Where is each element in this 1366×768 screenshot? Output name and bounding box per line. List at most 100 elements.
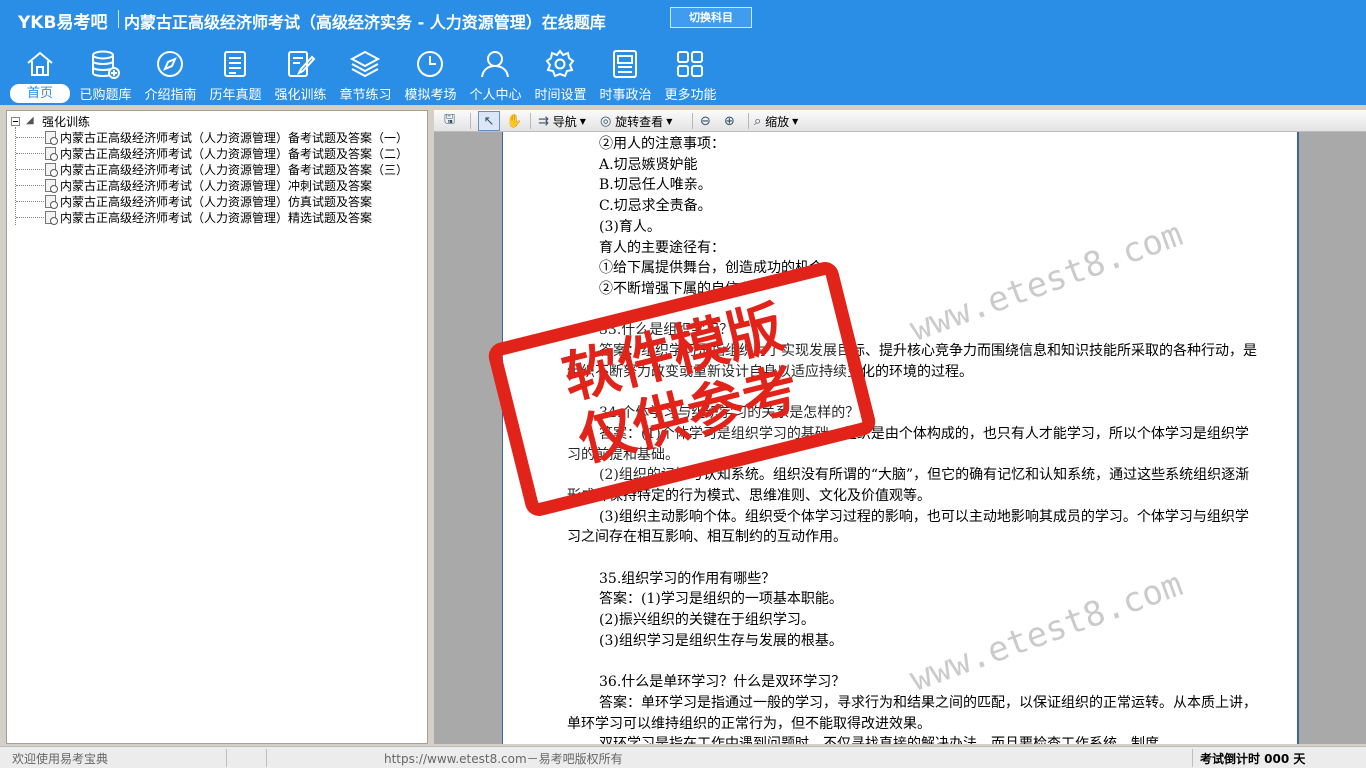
tree-item[interactable]: 内蒙古正高级经济师考试（人力资源管理）冲刺试题及答案	[7, 177, 408, 193]
status-bar: 欢迎使用易考宝典 https://www.etest8.com－易考吧版权所有 …	[0, 746, 1366, 768]
document-viewer: 🖫 ↖ ✋ ⇉ 导航 ▼ ◎ 旋转查看 ▼ ⊖ ⊕ ⌕ 缩放 ▼ ②用人的注意事项： A…	[434, 110, 1366, 744]
layers-icon	[349, 48, 381, 80]
database-icon	[89, 48, 121, 80]
welcome-text: 欢迎使用易考宝典	[12, 752, 109, 766]
tree-item[interactable]: 内蒙古正高级经济师考试（人力资源管理）备考试题及答案（一）	[7, 129, 408, 145]
nav-past-exams[interactable]: 历年真题	[203, 46, 268, 104]
nav-home[interactable]: 首页	[8, 46, 73, 104]
document-icon	[45, 146, 58, 161]
document-paragraph: ①给下属提供舞台，创造成功的机会。	[599, 260, 837, 277]
nav-label: 时事政治	[599, 88, 652, 103]
nav-label: 介绍指南	[144, 88, 197, 103]
navigation-label: 导航	[552, 114, 577, 129]
tree-item-label: 内蒙古正高级经济师考试（人力资源管理）备考试题及答案（一）	[60, 130, 409, 145]
toolbar-divider	[470, 113, 471, 129]
zoom-label: 缩放	[765, 114, 790, 129]
collapse-icon[interactable]	[11, 116, 20, 126]
nav-personal[interactable]: 个人中心	[463, 46, 528, 104]
nav-politics[interactable]: 时事政治	[593, 46, 658, 104]
tree-root[interactable]: ◢ 强化训练	[11, 113, 90, 129]
tree-item-label: 内蒙古正高级经济师考试（人力资源管理）精选试题及答案	[60, 210, 373, 225]
switch-subject-button[interactable]: 切换科目	[670, 7, 752, 28]
tree-item-label: 内蒙古正高级经济师考试（人力资源管理）备考试题及答案（三）	[60, 162, 409, 177]
zoom-out-button[interactable]: ⊖	[700, 111, 711, 131]
document-page: ②用人的注意事项： A.切忌嫉贤妒能 B.切忌任人唯亲。 C.切忌求全责备。 (3)育人…	[502, 132, 1299, 744]
document-paragraph: (3)组织主动影响个体。组织受个体学习过程的影响，也可以主动地影响其成员的学习。…	[567, 508, 1249, 546]
document-paragraph: (2)振兴组织的关键在于组织学习。	[599, 612, 815, 629]
news-icon	[609, 48, 641, 80]
tree-item[interactable]: 内蒙古正高级经济师考试（人力资源管理）备考试题及答案（二）	[7, 145, 408, 161]
nav-guide[interactable]: 介绍指南	[138, 46, 203, 104]
status-divider	[226, 749, 227, 767]
viewer-toolbar: 🖫 ↖ ✋ ⇉ 导航 ▼ ◎ 旋转查看 ▼ ⊖ ⊕ ⌕ 缩放 ▼	[434, 110, 1366, 132]
rotate-icon: ◎	[600, 113, 612, 129]
caret-down-icon: ▼	[579, 116, 586, 126]
nav-label: 强化训练	[274, 88, 327, 103]
nav-label: 历年真题	[209, 88, 262, 103]
copyright-text: https://www.etest8.com－易考吧版权所有	[384, 752, 623, 766]
document-paragraph: (3)组织学习是组织生存与发展的根基。	[599, 632, 843, 649]
tree-item[interactable]: 内蒙古正高级经济师考试（人力资源管理）精选试题及答案	[7, 209, 408, 225]
title-bar: YKB易考吧 内蒙古正高级经济师考试（高级经济实务 - 人力资源管理）在线题库 …	[0, 0, 1366, 38]
nav-purchased[interactable]: 已购题库	[73, 46, 138, 104]
zoom-dropdown[interactable]: ⌕ 缩放 ▼	[754, 111, 798, 131]
nav-label: 章节练习	[339, 88, 392, 103]
navigation-icon: ⇉	[538, 113, 549, 129]
app-title: 内蒙古正高级经济师考试（高级经济实务 - 人力资源管理）在线题库	[124, 13, 606, 32]
tree-children: 内蒙古正高级经济师考试（人力资源管理）备考试题及答案（一） 内蒙古正高级经济师考…	[7, 129, 408, 225]
nav-training[interactable]: 强化训练	[268, 46, 333, 104]
rotate-dropdown[interactable]: ◎ 旋转查看 ▼	[600, 111, 672, 131]
nav-mock-exam[interactable]: 模拟考场	[398, 46, 463, 104]
document-scroll-area[interactable]: ②用人的注意事项： A.切忌嫉贤妒能 B.切忌任人唯亲。 C.切忌求全责备。 (3)育人…	[434, 132, 1366, 744]
document-paragraph: 双环学习是指在工作中遇到问题时，不仅寻找直接的解决办法，而且要检查工作系统、制度	[567, 734, 1257, 744]
caret-down-icon: ▼	[792, 116, 799, 126]
select-tool-button[interactable]: ↖	[478, 111, 500, 131]
tree-item[interactable]: 内蒙古正高级经济师考试（人力资源管理）备考试题及答案（三）	[7, 161, 408, 177]
document-paragraph: A.切忌嫉贤妒能	[599, 156, 698, 173]
document-paragraph: 答案：(1)个体学习是组织学习的基础。组织是由个体构成的，也只有人才能学习，所以…	[567, 425, 1249, 463]
navigation-dropdown[interactable]: ⇉ 导航 ▼	[538, 111, 586, 131]
tree-root-label: 强化训练	[42, 114, 91, 129]
app-header: YKB易考吧 内蒙古正高级经济师考试（高级经济实务 - 人力资源管理）在线题库 …	[0, 0, 1366, 105]
zoom-in-button[interactable]: ⊕	[724, 111, 735, 131]
nav-label: 首页	[10, 84, 70, 103]
clock-icon	[414, 48, 446, 80]
cursor-icon: ↖	[483, 113, 495, 129]
document-blank-line	[567, 382, 1257, 403]
grid-icon	[674, 48, 706, 80]
nav-label: 已购题库	[79, 88, 132, 103]
status-divider	[266, 749, 267, 767]
document-icon	[45, 178, 58, 193]
nav-more[interactable]: 更多功能	[658, 46, 723, 104]
document-icon	[45, 130, 58, 145]
document-paragraph: C.切忌求全责备。	[599, 198, 712, 215]
document-paragraph: 35.组织学习的作用有哪些？	[599, 570, 776, 587]
document-paragraph: 答案：组织学习是指组织为了实现发展目标、提升核心竞争力而围绕信息和知识技能所采取…	[567, 343, 1257, 380]
nav-chapters[interactable]: 章节练习	[333, 46, 398, 104]
save-button[interactable]: 🖫	[444, 111, 455, 131]
document-paragraph: B.切忌任人唯亲。	[599, 177, 712, 194]
document-blank-line	[567, 548, 1257, 569]
brand-divider	[118, 10, 119, 28]
gear-icon	[544, 48, 576, 80]
zoom-in-icon: ⊕	[724, 113, 735, 129]
document-paragraph: ②不断增强下属的自信心	[599, 280, 753, 297]
document-paragraph: 33.什么是组织学习？	[599, 322, 734, 339]
user-icon	[479, 48, 511, 80]
status-divider	[1192, 749, 1193, 767]
nav-time-settings[interactable]: 时间设置	[528, 46, 593, 104]
document-paragraph: (2)组织的记忆与认知系统。组织没有所谓的“大脑”，但它的确有记忆和认知系统，通…	[567, 467, 1250, 504]
tree-item[interactable]: 内蒙古正高级经济师考试（人力资源管理）仿真试题及答案	[7, 193, 408, 209]
document-paragraph: (3)育人。	[599, 218, 661, 235]
exam-countdown: 考试倒计时 000 天	[1200, 752, 1306, 766]
document-icon	[45, 210, 58, 225]
zoom-out-icon: ⊖	[700, 113, 711, 129]
save-icon: 🖫	[444, 112, 456, 127]
document-blank-line	[567, 652, 1257, 673]
nav-label: 时间设置	[534, 88, 587, 103]
tree-item-label: 内蒙古正高级经济师考试（人力资源管理）仿真试题及答案	[60, 194, 373, 209]
nav-label: 个人中心	[469, 88, 522, 103]
document-icon	[45, 162, 58, 177]
hand-tool-button[interactable]: ✋	[506, 111, 522, 131]
toolbar-divider	[748, 113, 749, 129]
